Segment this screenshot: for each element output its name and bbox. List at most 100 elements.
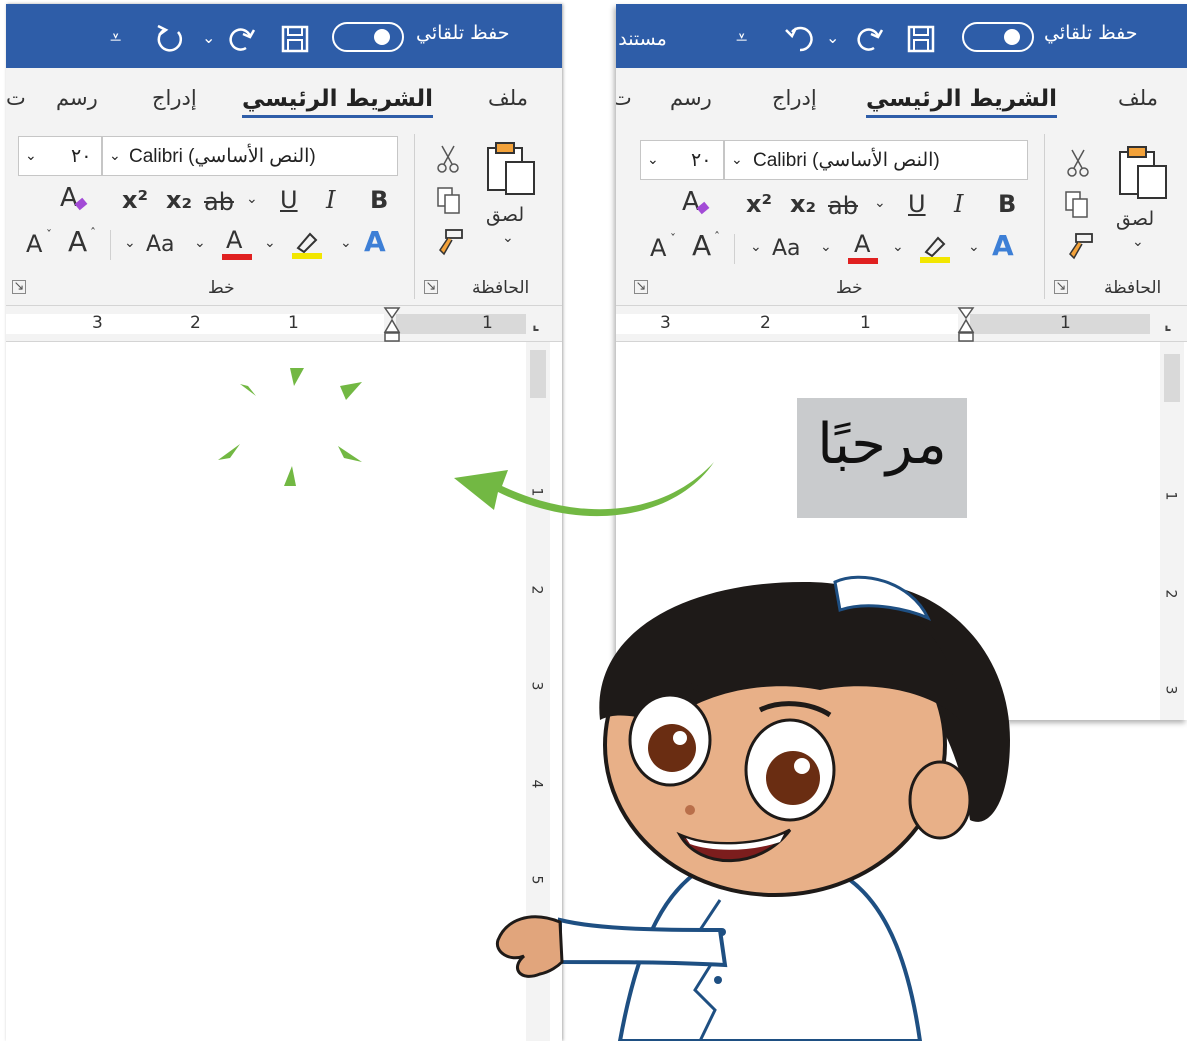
shrink-font-button[interactable]: A <box>26 232 42 256</box>
redo-icon[interactable] <box>852 24 886 54</box>
dialog-launcher-icon[interactable]: ↘ <box>634 280 648 294</box>
text-effects-button[interactable]: A <box>364 228 386 256</box>
shrink-font-button[interactable]: A <box>650 236 666 260</box>
chevron-down-icon[interactable]: ⌄ <box>750 240 762 254</box>
indent-marker-icon[interactable] <box>382 306 402 342</box>
copy-icon[interactable] <box>434 186 464 218</box>
chevron-down-icon[interactable]: ⌄ <box>246 192 258 206</box>
grow-arrow-icon: ˆ <box>714 230 720 244</box>
superscript-button[interactable]: x² <box>122 188 148 212</box>
undo-icon[interactable] <box>782 22 818 54</box>
chevron-down-icon[interactable]: ⌄ <box>820 240 832 254</box>
save-icon[interactable] <box>906 24 936 54</box>
bold-button[interactable]: B <box>998 192 1016 216</box>
tab-draw[interactable]: رسم <box>56 86 98 110</box>
font-group-label: خط <box>208 278 235 298</box>
autosave-label: حفظ تلقائي <box>416 22 510 44</box>
customize-toolbar-icon[interactable]: ⩡ <box>110 20 121 54</box>
cut-icon[interactable] <box>1064 146 1092 180</box>
dialog-launcher-icon[interactable]: ↘ <box>12 280 26 294</box>
grow-font-button[interactable]: A <box>692 232 711 260</box>
chevron-down-icon[interactable]: ⌄ <box>502 230 514 246</box>
shrink-arrow-icon: ˇ <box>670 232 676 246</box>
clear-formatting-icon[interactable]: A <box>58 182 92 216</box>
subscript-button[interactable]: x₂ <box>166 188 192 212</box>
highlighter-icon[interactable] <box>918 230 952 264</box>
separator <box>734 234 735 264</box>
font-color-button[interactable]: A <box>226 228 242 252</box>
tab-partial[interactable]: ت <box>616 86 632 110</box>
underline-button[interactable]: U <box>280 188 298 212</box>
shrink-arrow-icon: ˇ <box>46 228 52 242</box>
chevron-down-icon[interactable]: ⌄ <box>124 236 136 250</box>
indent-marker-icon[interactable] <box>956 306 976 342</box>
highlighter-icon[interactable] <box>290 226 324 260</box>
cut-icon[interactable] <box>434 142 462 176</box>
italic-button[interactable]: I <box>326 188 335 212</box>
chevron-down-icon[interactable]: ⌄ <box>202 20 215 54</box>
customize-toolbar-icon[interactable]: ⩡ <box>736 20 747 54</box>
tab-insert[interactable]: إدراج <box>772 86 817 110</box>
chevron-down-icon[interactable]: ⌄ <box>194 236 206 250</box>
font-name-dropdown[interactable]: ⌄ Calibri (النص الأساسي) <box>724 140 1028 180</box>
font-group-label: خط <box>836 278 863 298</box>
paste-icon[interactable] <box>482 138 542 198</box>
paste-icon[interactable] <box>1114 142 1174 202</box>
strikethrough-button[interactable]: ab <box>204 190 234 214</box>
ruler-number: 1 <box>860 313 871 333</box>
highlighted-text-box[interactable]: مرحبًا <box>797 398 967 518</box>
font-size-dropdown[interactable]: ⌄ ٢٠ <box>640 140 724 180</box>
chevron-down-icon[interactable]: ⌄ <box>264 236 276 250</box>
format-painter-icon[interactable] <box>1064 230 1096 262</box>
change-case-button[interactable]: Aa <box>146 234 175 256</box>
font-name-dropdown[interactable]: ⌄ Calibri (النص الأساسي) <box>102 136 398 176</box>
font-name-value: Calibri (النص الأساسي) <box>129 145 316 167</box>
superscript-button[interactable]: x² <box>746 192 772 216</box>
subscript-button[interactable]: x₂ <box>790 192 816 216</box>
grow-font-button[interactable]: A <box>68 228 87 256</box>
autosave-toggle[interactable] <box>332 22 404 52</box>
clipboard-group-label: الحافظة <box>472 278 530 298</box>
italic-button[interactable]: I <box>954 192 963 216</box>
tab-insert[interactable]: إدراج <box>152 86 197 110</box>
undo-icon[interactable] <box>224 24 258 54</box>
tab-home[interactable]: الشريط الرئيسي <box>866 86 1058 118</box>
bold-button[interactable]: B <box>370 188 388 212</box>
chevron-down-icon[interactable]: ⌄ <box>892 240 904 254</box>
tab-stop-selector-icon[interactable]: ⌞ <box>1164 314 1172 333</box>
dialog-launcher-icon[interactable]: ↘ <box>1054 280 1068 294</box>
tab-stop-selector-icon[interactable]: ⌞ <box>532 314 540 333</box>
chevron-down-icon[interactable]: ⌄ <box>874 196 886 210</box>
font-color-button[interactable]: A <box>854 232 870 256</box>
document-text: مرحبًا <box>817 412 947 477</box>
format-painter-icon[interactable] <box>434 226 466 258</box>
dialog-launcher-icon[interactable]: ↘ <box>424 280 438 294</box>
tab-home[interactable]: الشريط الرئيسي <box>242 86 434 118</box>
tab-draw[interactable]: رسم <box>670 86 712 110</box>
autosave-toggle[interactable] <box>962 22 1034 52</box>
paste-label[interactable]: لصق <box>1116 208 1154 230</box>
chevron-down-icon[interactable]: ⌄ <box>826 20 839 54</box>
underline-button[interactable]: U <box>908 192 926 216</box>
change-case-button[interactable]: Aa <box>772 238 801 260</box>
font-size-dropdown[interactable]: ⌄ ٢٠ <box>18 136 102 176</box>
chevron-down-icon[interactable]: ⌄ <box>1132 234 1144 250</box>
ruler-margin <box>1164 354 1180 402</box>
chevron-down-icon: ⌄ <box>25 148 37 164</box>
save-icon[interactable] <box>280 24 310 54</box>
redo-icon[interactable] <box>154 22 190 54</box>
autosave-label: حفظ تلقائي <box>1044 22 1138 44</box>
strikethrough-button[interactable]: ab <box>828 194 858 218</box>
chevron-down-icon[interactable]: ⌄ <box>968 240 980 254</box>
chevron-down-icon[interactable]: ⌄ <box>340 236 352 250</box>
grow-arrow-icon: ˆ <box>90 226 96 240</box>
tab-partial[interactable]: ت <box>6 86 26 110</box>
tab-file[interactable]: ملف <box>488 86 528 110</box>
title-bar: مستند١ ⩡ ⌄ حفظ تلقائي <box>616 4 1187 68</box>
tab-file[interactable]: ملف <box>1118 86 1158 110</box>
ruler-number: 3 <box>660 313 671 333</box>
copy-icon[interactable] <box>1062 190 1092 222</box>
clear-formatting-icon[interactable]: A <box>680 186 714 220</box>
paste-label[interactable]: لصق <box>486 204 524 226</box>
text-effects-button[interactable]: A <box>992 232 1014 260</box>
